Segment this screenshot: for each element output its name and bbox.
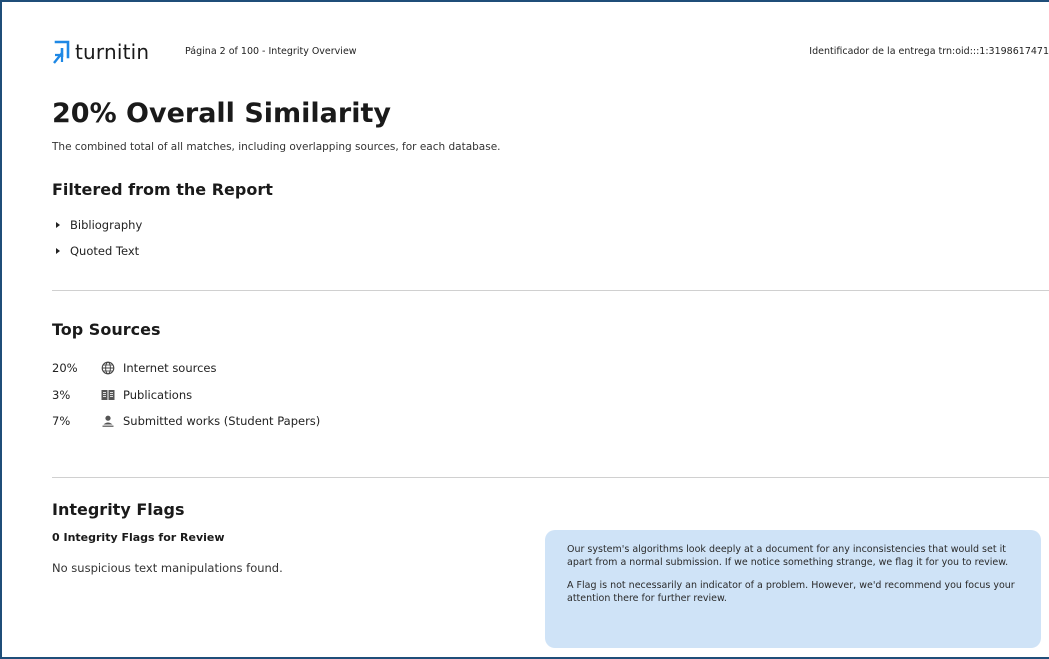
info-paragraph: A Flag is not necessarily an indicator o… xyxy=(567,580,1015,604)
globe-icon xyxy=(100,361,116,375)
source-row-submitted-works: 7% Submitted works (Student Papers) xyxy=(52,414,320,428)
filter-item-label: Bibliography xyxy=(70,218,143,232)
logo-wordmark: turnitin xyxy=(75,40,150,64)
source-label: Publications xyxy=(123,388,193,402)
person-icon xyxy=(100,414,116,428)
page-subtitle: The combined total of all matches, inclu… xyxy=(52,141,501,153)
integrity-info-box: Our system's algorithms look deeply at a… xyxy=(545,530,1041,648)
integrity-flags-heading: Integrity Flags xyxy=(52,500,185,519)
source-percent: 20% xyxy=(52,361,78,375)
info-paragraph: Our system's algorithms look deeply at a… xyxy=(567,544,1009,568)
page-header: turnitin Página 2 of 100 - Integrity Ove… xyxy=(52,38,1049,68)
submission-id: Identificador de la entrega trn:oid:::1:… xyxy=(809,46,1049,57)
section-divider xyxy=(52,477,1049,478)
filter-item-quoted-text[interactable]: Quoted Text xyxy=(52,244,139,258)
source-label: Internet sources xyxy=(123,361,217,375)
caret-right-icon xyxy=(56,248,60,254)
filter-item-label: Quoted Text xyxy=(70,244,140,258)
caret-right-icon xyxy=(56,222,60,228)
book-icon xyxy=(100,388,116,402)
source-row-internet: 20% Internet sources xyxy=(52,361,217,375)
source-percent: 3% xyxy=(52,388,71,402)
source-percent: 7% xyxy=(52,414,71,428)
page-info: Página 2 of 100 - Integrity Overview xyxy=(185,46,357,57)
source-label: Submitted works (Student Papers) xyxy=(123,414,321,428)
integrity-flags-count: 0 Integrity Flags for Review xyxy=(52,531,225,544)
turnitin-logo: turnitin xyxy=(52,38,149,66)
filtered-heading: Filtered from the Report xyxy=(52,180,273,199)
integrity-flags-status: No suspicious text manipulations found. xyxy=(52,561,283,575)
turnitin-logo-icon xyxy=(53,40,70,64)
section-divider xyxy=(52,290,1049,291)
filter-item-bibliography[interactable]: Bibliography xyxy=(52,218,142,232)
page-title: 20% Overall Similarity xyxy=(52,98,391,129)
source-row-publications: 3% Publications xyxy=(52,388,192,402)
top-sources-heading: Top Sources xyxy=(52,320,161,339)
